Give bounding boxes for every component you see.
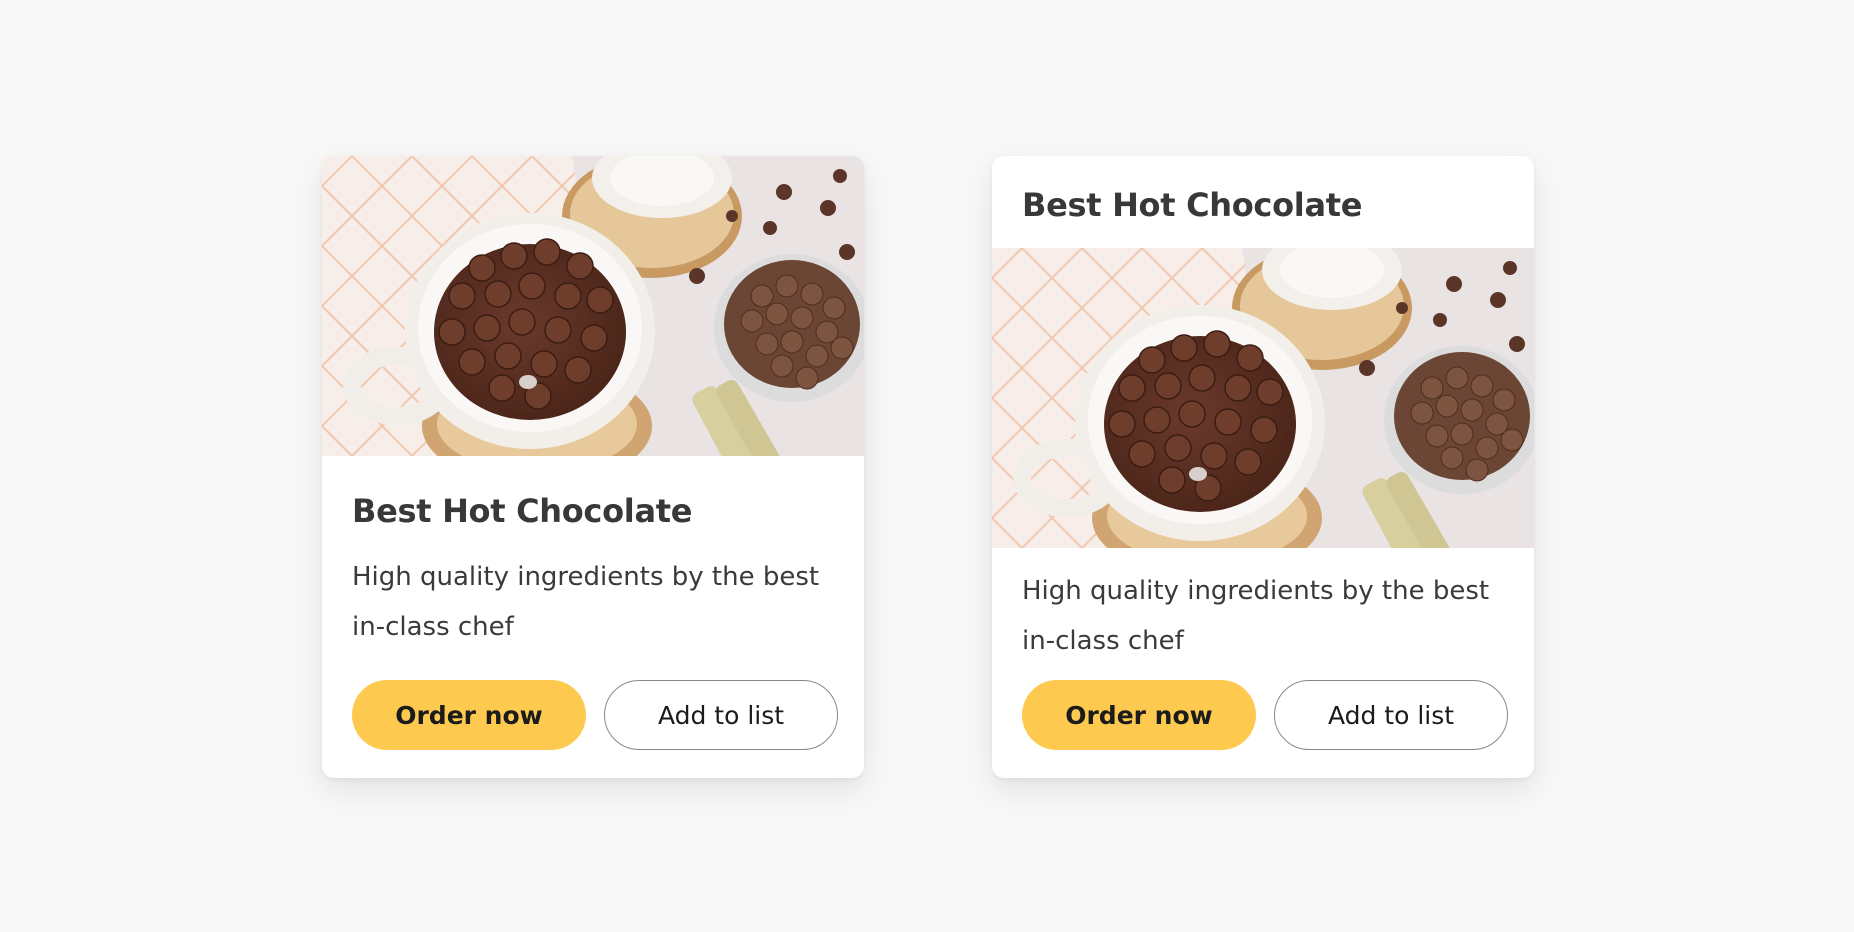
order-now-button[interactable]: Order now	[352, 680, 586, 750]
card-title: Best Hot Chocolate	[1022, 186, 1363, 224]
add-to-list-button[interactable]: Add to list	[604, 680, 838, 750]
add-to-list-button[interactable]: Add to list	[1274, 680, 1508, 750]
card-actions: Order now Add to list	[352, 680, 838, 750]
order-now-button[interactable]: Order now	[1022, 680, 1256, 750]
card-title: Best Hot Chocolate	[352, 492, 693, 530]
product-card-image-top: Best Hot Chocolate High quality ingredie…	[322, 156, 864, 778]
hot-chocolate-photo	[322, 156, 864, 456]
card-description: High quality ingredients by the best in-…	[1022, 576, 1490, 656]
hot-chocolate-photo	[992, 248, 1534, 548]
product-card-title-top: Best Hot Chocolate High quality ingredie…	[992, 156, 1534, 778]
card-actions: Order now Add to list	[1022, 680, 1508, 750]
card-description: High quality ingredients by the best in-…	[352, 562, 820, 642]
